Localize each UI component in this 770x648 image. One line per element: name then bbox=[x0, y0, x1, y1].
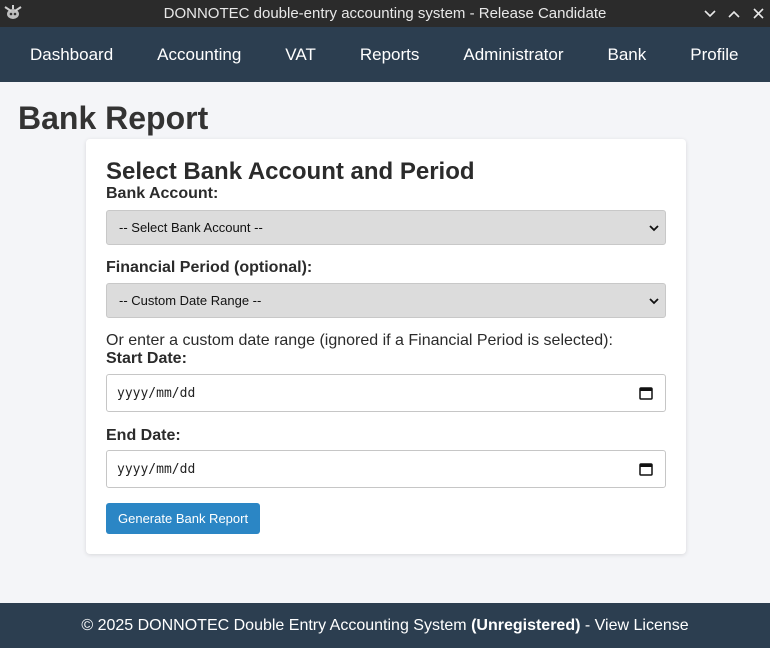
generate-report-button[interactable]: Generate Bank Report bbox=[106, 503, 261, 534]
calendar-icon[interactable] bbox=[639, 386, 653, 400]
nav-profile[interactable]: Profile bbox=[668, 45, 760, 65]
window-title: DONNOTEC double-entry accounting system … bbox=[163, 5, 607, 22]
nav-reports[interactable]: Reports bbox=[338, 45, 442, 65]
app-logo-icon bbox=[4, 5, 22, 19]
financial-period-select[interactable]: -- Custom Date Range -- bbox=[106, 283, 666, 318]
nav-dashboard[interactable]: Dashboard bbox=[8, 45, 135, 65]
start-date-input[interactable]: yyyy/mm/dd bbox=[106, 374, 666, 412]
bank-account-select[interactable]: -- Select Bank Account -- bbox=[106, 210, 666, 245]
bank-account-select-value: -- Select Bank Account -- bbox=[119, 220, 263, 235]
minimize-button[interactable] bbox=[698, 0, 722, 27]
nav-bank[interactable]: Bank bbox=[586, 45, 669, 65]
close-button[interactable] bbox=[746, 0, 770, 27]
bank-account-label: Bank Account: bbox=[106, 185, 219, 202]
start-date-label: Start Date: bbox=[106, 350, 187, 367]
end-date-label: End Date: bbox=[106, 427, 181, 444]
end-date-input[interactable]: yyyy/mm/dd bbox=[106, 450, 666, 488]
footer-separator: - bbox=[580, 616, 595, 634]
chevron-down-icon bbox=[649, 298, 659, 305]
nav-vat[interactable]: VAT bbox=[263, 45, 338, 65]
report-form-card: Select Bank Account and Period Bank Acco… bbox=[86, 139, 686, 554]
maximize-button[interactable] bbox=[722, 0, 746, 27]
nav-administrator[interactable]: Administrator bbox=[441, 45, 585, 65]
calendar-icon[interactable] bbox=[639, 462, 653, 476]
chevron-down-icon bbox=[704, 9, 716, 17]
financial-period-select-value: -- Custom Date Range -- bbox=[119, 293, 262, 308]
main-navbar: Dashboard Accounting VAT Reports Adminis… bbox=[0, 27, 770, 82]
custom-range-hint: Or enter a custom date range (ignored if… bbox=[106, 332, 613, 349]
close-icon bbox=[752, 8, 764, 19]
financial-period-label: Financial Period (optional): bbox=[106, 259, 313, 276]
footer-copyright: © 2025 DONNOTEC Double Entry Accounting … bbox=[81, 616, 472, 634]
view-license-link[interactable]: View License bbox=[595, 617, 689, 635]
start-date-placeholder: yyyy/mm/dd bbox=[117, 385, 196, 401]
chevron-down-icon bbox=[649, 225, 659, 232]
nav-accounting[interactable]: Accounting bbox=[135, 45, 263, 65]
chevron-up-icon bbox=[728, 10, 740, 18]
footer: © 2025 DONNOTEC Double Entry Accounting … bbox=[0, 603, 770, 648]
form-heading: Select Bank Account and Period bbox=[106, 158, 475, 185]
footer-registration-status: (Unregistered) bbox=[471, 616, 581, 634]
page-title: Bank Report bbox=[18, 100, 209, 136]
end-date-placeholder: yyyy/mm/dd bbox=[117, 461, 196, 477]
window-controls bbox=[698, 0, 770, 27]
window-titlebar: DONNOTEC double-entry accounting system … bbox=[0, 0, 770, 27]
